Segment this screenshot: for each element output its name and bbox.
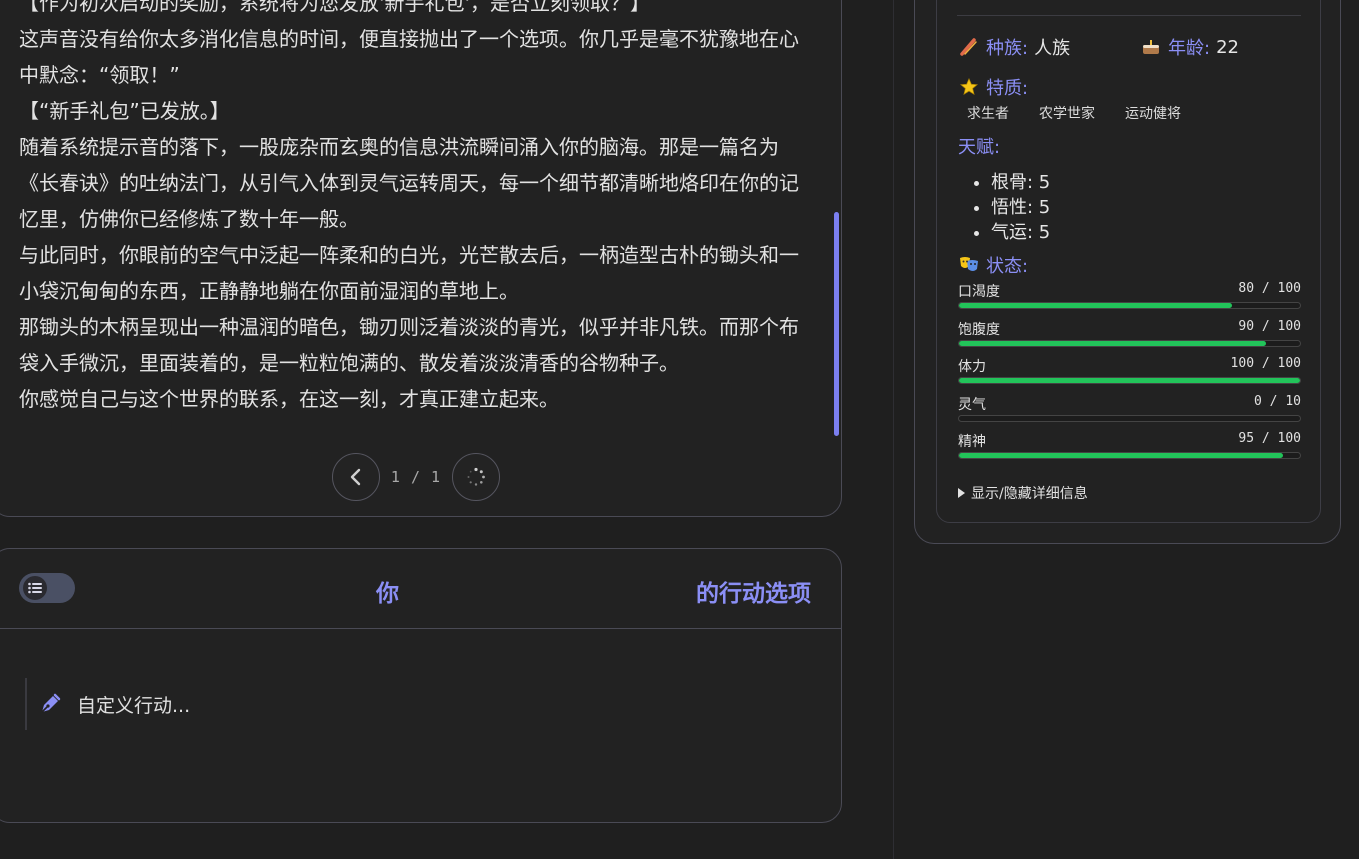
stat-bar-fill bbox=[959, 453, 1283, 458]
stat-name: 口渴度 bbox=[958, 284, 1000, 300]
story-paragraph: 你感觉自己与这个世界的联系，在这一刻，才真正建立起来。 bbox=[19, 387, 559, 411]
story-paragraph: 随着系统提示音的落下，一股庞杂而玄奥的信息洪流瞬间涌入你的脑海。那是一篇名为《长… bbox=[19, 135, 799, 231]
talents-label: 天赋: bbox=[958, 137, 1001, 158]
star-icon bbox=[958, 76, 980, 98]
stat-qi: 灵气 0 / 10 bbox=[958, 394, 1301, 422]
talent-item: 根骨: 5 bbox=[991, 170, 1050, 195]
stat-name: 灵气 bbox=[958, 397, 986, 413]
stat-bar bbox=[958, 377, 1301, 384]
disclosure-triangle-icon bbox=[958, 488, 965, 498]
stat-name: 饱腹度 bbox=[958, 322, 1000, 338]
stat-value: 90 / 100 bbox=[1238, 319, 1301, 334]
status-card: 种族: 人族 年龄: 22 特质: 求生者 农学世家 运动健将 天赋: 根骨: … bbox=[936, 0, 1321, 523]
actions-panel: 你 的行动选项 自定义行动... bbox=[0, 548, 842, 823]
actions-title-you: 你 bbox=[376, 581, 399, 607]
actions-title: 的行动选项 bbox=[696, 581, 811, 607]
cake-icon bbox=[1140, 36, 1162, 58]
loading-spinner-icon bbox=[467, 467, 485, 486]
stat-name: 精神 bbox=[958, 434, 986, 450]
traits-row: 特质: bbox=[958, 74, 1028, 100]
masks-icon bbox=[958, 254, 980, 276]
page-indicator: 1 / 1 bbox=[390, 468, 442, 486]
story-text: 【作为初次启动的奖励，系统将为您发放'新手礼包'，是否立刻领取？】 这声音没有给… bbox=[19, 0, 809, 417]
stat-satiety: 饱腹度 90 / 100 bbox=[958, 319, 1301, 347]
state-row: 状态: bbox=[958, 252, 1028, 278]
regenerate-button[interactable] bbox=[452, 453, 500, 501]
stat-value: 0 / 10 bbox=[1254, 394, 1301, 409]
stat-value: 80 / 100 bbox=[1238, 281, 1301, 296]
toggle-knob bbox=[23, 576, 47, 600]
stat-bar bbox=[958, 452, 1301, 459]
talents-row: 天赋: bbox=[958, 133, 1000, 159]
stat-bar bbox=[958, 415, 1301, 422]
prev-page-button[interactable] bbox=[332, 453, 380, 501]
story-paragraph: 【作为初次启动的奖励，系统将为您发放'新手礼包'，是否立刻领取？】 bbox=[19, 0, 650, 15]
age-row: 年龄: 22 bbox=[1140, 34, 1239, 60]
talent-item: 气运: 5 bbox=[991, 220, 1050, 245]
ribbon-icon bbox=[958, 36, 980, 58]
stat-bar-fill bbox=[959, 341, 1266, 346]
list-icon bbox=[28, 582, 42, 594]
stat-spirit: 精神 95 / 100 bbox=[958, 431, 1301, 459]
stat-stamina: 体力 100 / 100 bbox=[958, 356, 1301, 384]
options-toggle[interactable] bbox=[19, 573, 75, 603]
custom-action-button[interactable]: 自定义行动... bbox=[25, 678, 327, 730]
stat-bar-fill bbox=[959, 303, 1232, 308]
details-toggle-label: 显示/隐藏详细信息 bbox=[971, 486, 1088, 502]
separator bbox=[957, 15, 1301, 16]
stat-thirst: 口渴度 80 / 100 bbox=[958, 281, 1301, 309]
stat-bar bbox=[958, 340, 1301, 347]
story-paragraph: 【“新手礼包”已发放。】 bbox=[19, 99, 230, 123]
race-label: 种族: bbox=[986, 38, 1029, 59]
age-label: 年龄: bbox=[1168, 38, 1211, 59]
traits-list: 求生者 农学世家 运动健将 bbox=[967, 103, 1181, 123]
race-value: 人族 bbox=[1034, 38, 1071, 59]
trait-item: 农学世家 bbox=[1039, 106, 1095, 122]
trait-item: 求生者 bbox=[967, 106, 1009, 122]
chevron-left-icon bbox=[350, 468, 361, 486]
talents-list: 根骨: 5 悟性: 5 气运: 5 bbox=[971, 170, 1050, 245]
traits-label: 特质: bbox=[986, 78, 1029, 99]
stat-value: 100 / 100 bbox=[1230, 356, 1301, 371]
actions-header: 你 的行动选项 bbox=[0, 549, 841, 629]
story-paragraph: 这声音没有给你太多消化信息的时间，便直接抛出了一个选项。你几乎是毫不犹豫地在心中… bbox=[19, 27, 799, 87]
stat-bar bbox=[958, 302, 1301, 309]
trait-item: 运动健将 bbox=[1125, 106, 1181, 122]
story-scrollbar[interactable] bbox=[834, 212, 839, 436]
panel-divider bbox=[893, 0, 894, 859]
stat-name: 体力 bbox=[958, 359, 986, 375]
custom-action-label: 自定义行动... bbox=[77, 694, 191, 717]
state-label: 状态: bbox=[986, 256, 1029, 277]
details-toggle[interactable]: 显示/隐藏详细信息 bbox=[958, 483, 1088, 503]
talent-item: 悟性: 5 bbox=[991, 195, 1050, 220]
stat-value: 95 / 100 bbox=[1238, 431, 1301, 446]
story-paragraph: 与此同时，你眼前的空气中泛起一阵柔和的白光，光芒散去后，一柄造型古朴的锄头和一小… bbox=[19, 243, 799, 303]
status-sidebar: 种族: 人族 年龄: 22 特质: 求生者 农学世家 运动健将 天赋: 根骨: … bbox=[914, 0, 1341, 544]
age-value: 22 bbox=[1216, 36, 1239, 58]
pen-icon bbox=[39, 693, 61, 715]
story-paragraph: 那锄头的木柄呈现出一种温润的暗色，锄刃则泛着淡淡的青光，似乎并非凡铁。而那个布袋… bbox=[19, 315, 799, 375]
stat-bar-fill bbox=[959, 378, 1300, 383]
story-panel: 【作为初次启动的奖励，系统将为您发放'新手礼包'，是否立刻领取？】 这声音没有给… bbox=[0, 0, 842, 517]
race-row: 种族: 人族 bbox=[958, 34, 1070, 60]
story-pager: 1 / 1 bbox=[332, 452, 500, 502]
